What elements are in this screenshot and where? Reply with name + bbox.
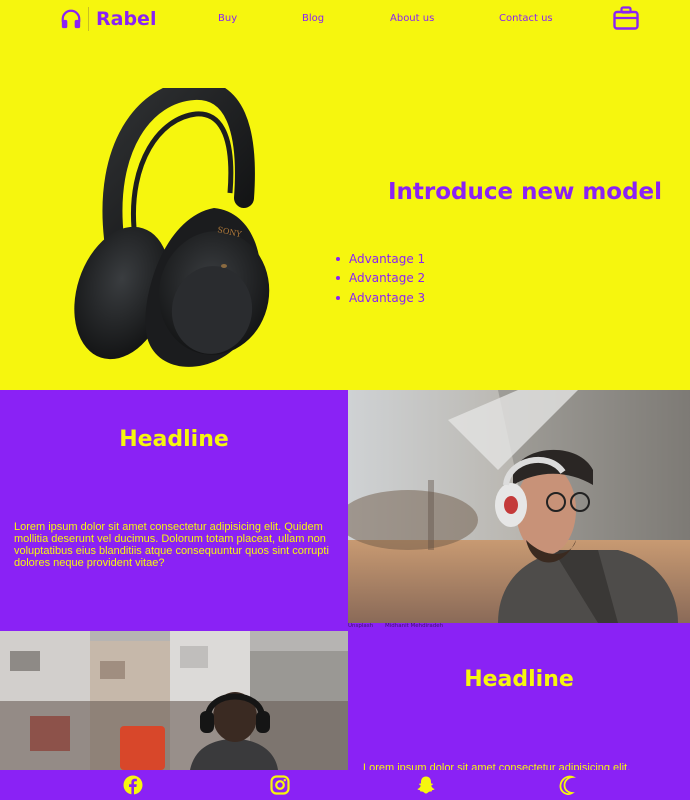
- advantage-item: Advantage 3: [336, 288, 425, 308]
- street-headphones-photo: [0, 631, 348, 770]
- headphones-icon: [61, 9, 81, 29]
- advantage-item: Advantage 1: [336, 249, 425, 269]
- advantages-list: Advantage 1 Advantage 2 Advantage 3: [336, 249, 425, 308]
- brand-name: Rabel: [96, 8, 157, 30]
- logo-divider: [88, 7, 89, 31]
- hero-title: Introduce new model: [387, 179, 663, 205]
- photo-credit-author[interactable]: Midhanit Mehdiradeh: [385, 623, 443, 629]
- feature-card-1: Headline Lorem ipsum dolor sit amet cons…: [0, 390, 348, 631]
- feature-card-2: Headline Lorem ipsum dolor sit amet cons…: [348, 631, 690, 770]
- man-with-headphones-photo: [348, 390, 690, 623]
- photo-credit-source[interactable]: Unsplash: [348, 623, 373, 629]
- nav-link-blog[interactable]: Blog: [302, 13, 324, 24]
- body-text-1: Lorem ipsum dolor sit amet consectetur a…: [14, 521, 329, 569]
- body-text-2: Lorem ipsum dolor sit amet consectetur a…: [363, 762, 631, 770]
- nav-link-contact[interactable]: Contact us: [499, 13, 553, 24]
- moon-icon[interactable]: [559, 775, 579, 795]
- advantage-item: Advantage 2: [336, 269, 425, 289]
- headline-2: Headline: [464, 667, 574, 692]
- hero-section: SONY Introduce new model Advantage 1 Adv…: [0, 38, 690, 390]
- headline-1: Headline: [119, 427, 229, 452]
- top-nav: Rabel Buy Blog About us Contact us: [0, 0, 690, 38]
- snapchat-icon[interactable]: [416, 775, 436, 795]
- brand-logo[interactable]: Rabel: [60, 6, 156, 32]
- briefcase-icon[interactable]: [613, 6, 639, 30]
- footer-bar: [0, 770, 690, 800]
- product-headphones-image: SONY: [74, 88, 270, 367]
- nav-link-about[interactable]: About us: [390, 13, 434, 24]
- instagram-icon[interactable]: [270, 775, 290, 795]
- nav-link-buy[interactable]: Buy: [218, 13, 237, 24]
- facebook-icon[interactable]: [123, 775, 143, 795]
- photo-credit-strip: Unsplash Midhanit Mehdiradeh: [348, 623, 690, 631]
